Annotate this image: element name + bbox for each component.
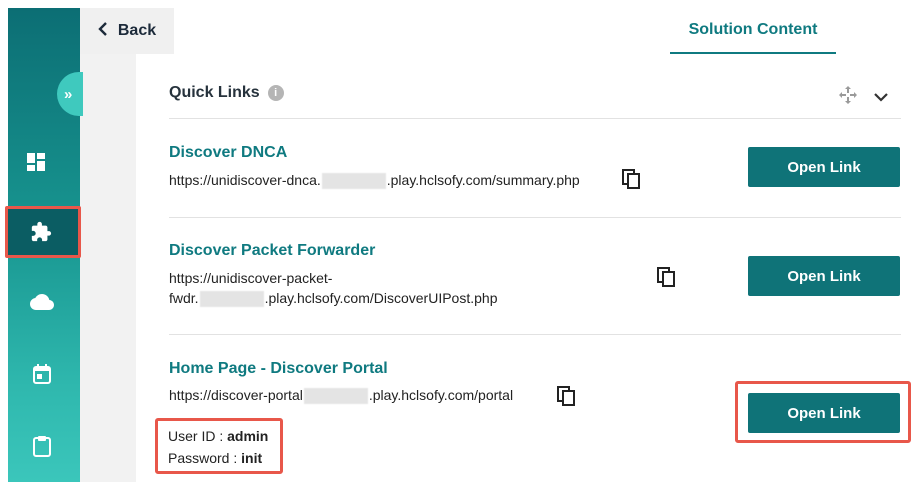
url-text: .play.hclsofy.com/portal: [368, 387, 514, 403]
url-text: .play.hclsofy.com/summary.php: [386, 172, 580, 188]
password-line: Password : init: [168, 450, 262, 466]
url-text: .play.hclsofy.com/DiscoverUIPost.php: [264, 290, 498, 306]
link-title-discover-portal[interactable]: Home Page - Discover Portal: [169, 360, 388, 378]
quick-links-header: Quick Links i: [169, 84, 284, 102]
open-link-button[interactable]: Open Link: [748, 256, 900, 296]
user-id-label: User ID :: [168, 428, 228, 444]
calendar-icon[interactable]: [30, 362, 54, 386]
user-id-value: admin: [227, 428, 269, 444]
password-label: Password :: [168, 450, 242, 466]
user-id-line: User ID : admin: [168, 428, 268, 444]
url-text: fwdr.: [169, 290, 199, 306]
puzzle-icon[interactable]: [29, 220, 53, 244]
redacted-block: [199, 291, 264, 308]
info-icon[interactable]: i: [267, 85, 284, 101]
password-value: init: [241, 450, 263, 466]
back-button[interactable]: Back: [80, 8, 174, 54]
divider: [169, 118, 901, 119]
link-url-packet-forwarder: https://unidiscover-packet- fwdr. .play.h…: [169, 268, 497, 308]
clipboard-icon[interactable]: [30, 434, 54, 458]
open-link-button[interactable]: Open Link: [748, 147, 900, 187]
chevron-down-icon[interactable]: [872, 88, 890, 106]
divider: [169, 334, 901, 335]
divider: [169, 217, 901, 218]
url-text: https://unidiscover-dnca.: [169, 172, 321, 188]
link-url-discover-portal: https://discover-portal .play.hclsofy.com…: [169, 385, 513, 405]
cloud-icon[interactable]: [30, 290, 54, 314]
left-gutter: [80, 54, 136, 482]
link-title-packet-forwarder[interactable]: Discover Packet Forwarder: [169, 242, 375, 260]
url-text: https://unidiscover-packet-: [169, 270, 333, 286]
chevron-left-icon: [98, 21, 108, 41]
link-title-dnca[interactable]: Discover DNCA: [169, 144, 287, 162]
section-title: Quick Links: [169, 84, 260, 101]
open-link-button[interactable]: Open Link: [748, 393, 900, 433]
back-label: Back: [117, 22, 157, 39]
copy-icon[interactable]: [622, 169, 640, 189]
move-icon[interactable]: [838, 85, 858, 105]
double-chevron-right-icon: »: [64, 85, 73, 103]
redacted-block: [321, 173, 386, 190]
dashboard-icon[interactable]: [24, 150, 48, 174]
copy-icon[interactable]: [557, 386, 575, 406]
copy-icon[interactable]: [657, 267, 675, 287]
url-text: https://discover-portal: [169, 387, 303, 403]
redacted-block: [303, 388, 368, 405]
tab-solution-content[interactable]: Solution Content: [670, 8, 836, 54]
link-url-dnca: https://unidiscover-dnca. .play.hclsofy.c…: [169, 170, 580, 190]
